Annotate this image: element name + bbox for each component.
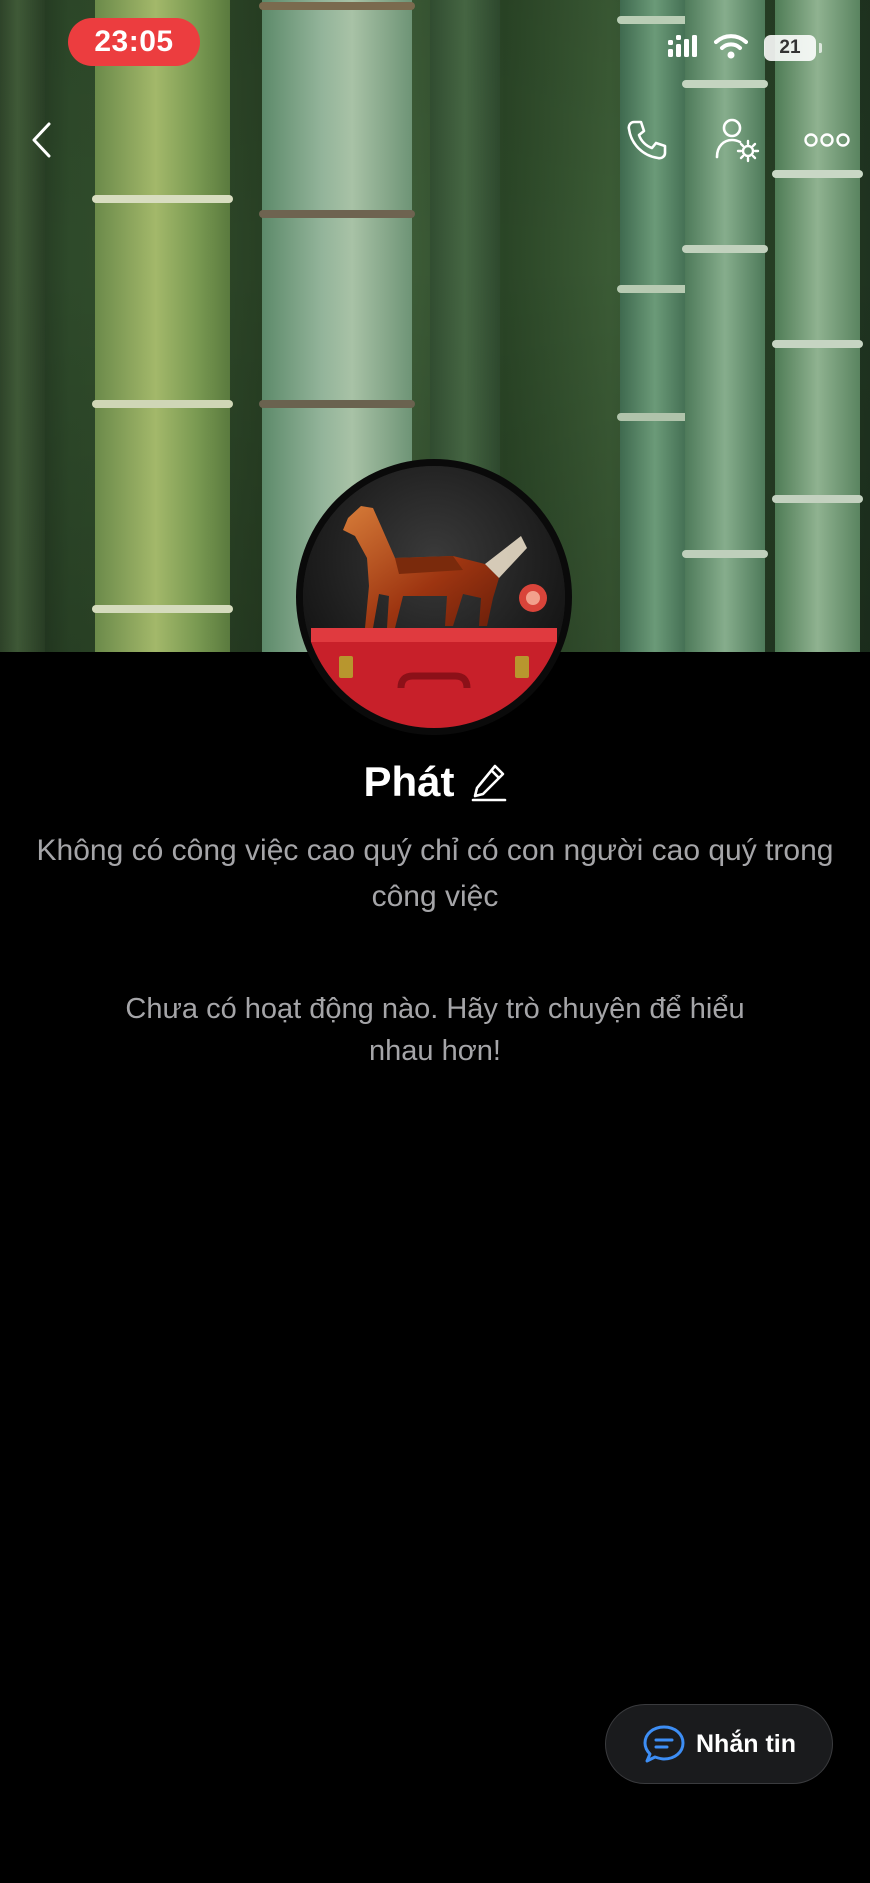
status-icons: 21 <box>668 32 822 64</box>
empty-activity-message: Chưa có hoạt động nào. Hãy trò chuyện để… <box>125 993 745 1067</box>
wifi-icon <box>714 33 748 64</box>
bamboo-stalk <box>617 0 693 652</box>
call-button[interactable] <box>617 112 677 172</box>
status-time: 23:05 <box>68 18 200 66</box>
message-button-label: Nhắn tin <box>696 1729 796 1758</box>
battery-indicator: 21 <box>764 35 822 61</box>
more-dots-icon <box>804 132 850 153</box>
profile-bio: Không có công việc cao quý chỉ có con ng… <box>36 834 834 913</box>
user-settings-button[interactable] <box>707 112 767 172</box>
more-button[interactable] <box>797 112 857 172</box>
chat-bubble-icon <box>642 1724 686 1764</box>
bamboo-stalk <box>772 0 863 652</box>
bamboo-stalk <box>0 0 45 652</box>
profile-name-row: Phát <box>0 752 870 812</box>
avatar-image <box>303 466 565 728</box>
back-button[interactable] <box>12 112 72 172</box>
cellular-signal-icon <box>668 34 698 62</box>
pencil-icon[interactable] <box>471 762 507 802</box>
profile-name: Phát <box>363 758 455 805</box>
user-settings-icon <box>714 117 760 168</box>
message-button[interactable]: Nhắn tin <box>605 1704 833 1784</box>
bamboo-stalk <box>682 0 768 652</box>
chevron-left-icon <box>29 120 55 165</box>
bamboo-stalk <box>92 0 233 652</box>
profile-avatar[interactable] <box>296 459 572 735</box>
status-bar: 23:05 21 <box>0 0 870 88</box>
phone-icon <box>625 118 669 167</box>
